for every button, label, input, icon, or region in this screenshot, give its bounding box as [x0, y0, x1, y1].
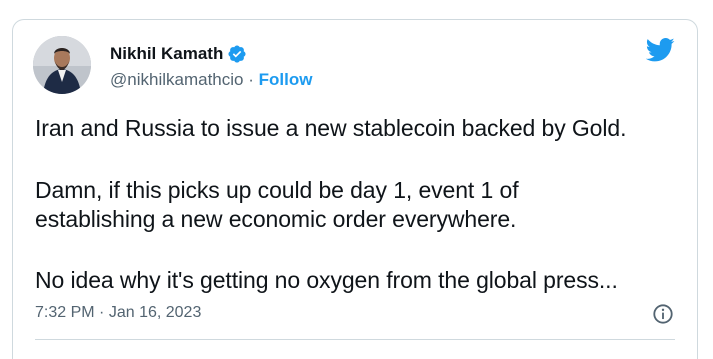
tweet-time: 7:32 PM [35, 304, 95, 321]
author-name[interactable]: Nikhil Kamath [110, 44, 223, 64]
verified-badge-icon [227, 44, 247, 64]
author-handle[interactable]: @nikhilkamathcio [110, 70, 243, 89]
info-icon[interactable] [652, 303, 674, 325]
avatar-photo [33, 36, 91, 94]
tweet-line: Damn, if this picks up could be day 1, e… [35, 177, 519, 203]
tweet-date: Jan 16, 2023 [108, 304, 202, 321]
tweet-card: Nikhil Kamath @nikhilkamathcio · Follow … [12, 19, 698, 359]
tweet-line: No idea why it's getting no oxygen from … [35, 267, 618, 293]
timestamp-separator: · [99, 304, 105, 321]
tweet-timestamp[interactable]: 7:32 PM · Jan 16, 2023 [35, 304, 201, 322]
follow-button[interactable]: Follow [259, 70, 313, 89]
author-name-row: Nikhil Kamath [110, 44, 247, 64]
author-handle-row: @nikhilkamathcio · Follow [110, 70, 312, 90]
twitter-bird-icon[interactable] [645, 38, 675, 62]
avatar[interactable] [33, 36, 91, 94]
handle-separator: · [248, 70, 254, 89]
tweet-line: Iran and Russia to issue a new stablecoi… [35, 115, 627, 141]
tweet-line: establishing a new economic order everyw… [35, 206, 517, 232]
